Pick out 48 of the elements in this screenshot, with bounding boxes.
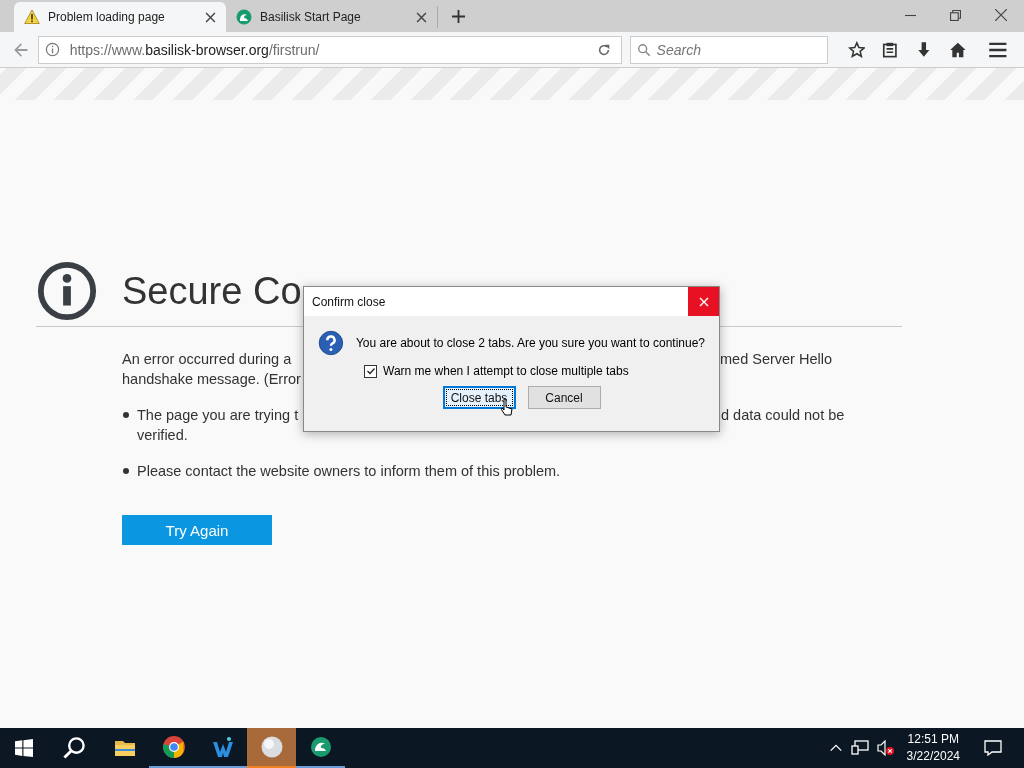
clock-time[interactable]: 12:51 PM (907, 731, 959, 748)
close-icon (698, 296, 709, 307)
browser-tab[interactable]: Problem loading page (14, 2, 226, 32)
info-icon[interactable] (44, 42, 60, 57)
dialog-button[interactable]: Cancel (527, 386, 601, 409)
dialog-message: You are about to close 2 tabs. Are you sure you want to continue? (355, 336, 705, 350)
basilisk-logo-icon (236, 9, 252, 25)
error-text: med Server Hello (720, 350, 832, 369)
clipboard-icon[interactable] (881, 40, 899, 59)
star-icon[interactable] (847, 40, 866, 59)
restore-icon[interactable] (950, 10, 961, 21)
search-field[interactable]: Search (629, 35, 828, 64)
checkmark-icon (365, 366, 376, 376)
info-icon (36, 260, 98, 322)
home-icon[interactable] (948, 40, 967, 59)
dialog-title: Confirm close (312, 294, 387, 309)
windows-start-icon[interactable] (15, 739, 33, 757)
close-icon[interactable] (416, 11, 427, 23)
basilisk-logo-icon (308, 735, 333, 759)
checkbox[interactable] (364, 364, 377, 378)
checkbox-label: Warn me when I attempt to close multiple tabs (383, 364, 629, 378)
warning-icon (24, 9, 40, 25)
chrome-logo-icon (161, 735, 186, 759)
new-tab-icon[interactable] (452, 10, 465, 23)
muted-speaker-icon[interactable] (876, 740, 895, 756)
network-icon[interactable] (850, 740, 869, 756)
error-text: An error occurred during a (122, 350, 292, 369)
dialog-button[interactable]: Close tabs (442, 386, 516, 409)
address-bar[interactable]: https://www.basilisk-browser.org/firstrun/ (37, 35, 622, 64)
bullet-text: Please contact the website owners to inform them of this problem. (137, 462, 561, 481)
bullet-icon (123, 412, 129, 418)
url-text: https://www.basilisk-browser.org/firstrun/ (69, 41, 321, 58)
error-text: handshake message. (Error (122, 370, 301, 389)
close-icon[interactable] (205, 11, 216, 23)
w-app-icon (210, 735, 235, 759)
error-title: Secure Co (122, 269, 302, 313)
bullet-text: The page you are trying t (137, 406, 299, 425)
clock-date[interactable]: 3/22/2024 (906, 748, 960, 765)
reload-icon[interactable] (596, 42, 611, 57)
question-icon (318, 328, 344, 358)
bullet-text: verified. (137, 426, 188, 445)
sphere-icon (259, 735, 284, 759)
browser-tab[interactable]: Basilisk Start Page (226, 6, 438, 28)
search-icon[interactable] (62, 736, 86, 760)
notification-icon[interactable] (984, 740, 1002, 756)
bullet-text: d data could not be (721, 406, 845, 425)
close-icon[interactable] (995, 9, 1007, 21)
bullet-icon (123, 468, 129, 474)
